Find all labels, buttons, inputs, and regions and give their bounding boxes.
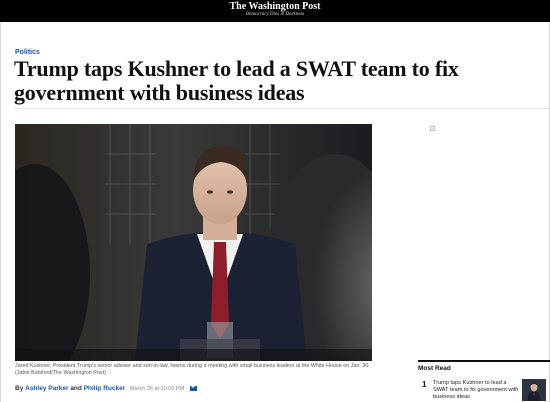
author-link-1[interactable]: Ashley Parker (25, 385, 68, 392)
publish-date: March 26 at 10:00 PM (130, 386, 185, 392)
author-link-2[interactable]: Philip Rucker (84, 385, 126, 392)
thumbnail-illustration (522, 379, 546, 401)
hero-photo[interactable] (15, 124, 372, 361)
article-headline: Trump taps Kushner to lead a SWAT team t… (14, 56, 459, 105)
byline: By Ashley Parker and Philip Rucker March… (15, 385, 197, 392)
most-read-title[interactable]: Trump taps Kushner to lead a SWAT team t… (433, 380, 521, 401)
section-link[interactable]: Politics (15, 49, 40, 56)
most-read-divider (418, 360, 550, 362)
hero-photo-illustration (15, 124, 372, 361)
most-read-heading: Most Read (418, 365, 451, 372)
ad-choice-icon[interactable] (430, 126, 435, 131)
most-read-item[interactable]: 1 Trump taps Kushner to lead a SWAT team… (418, 379, 550, 402)
byline-conjunction: and (70, 385, 82, 392)
masthead-tagline: Democracy Dies in Darkness (245, 12, 305, 17)
most-read-thumbnail[interactable] (522, 379, 546, 401)
photo-caption: Jared Kushner, President Trump's senior … (15, 363, 370, 376)
byline-prefix: By (15, 385, 24, 392)
most-read-rank: 1 (422, 380, 427, 389)
masthead-logo[interactable]: The Washington Post (0, 2, 550, 12)
header-divider (14, 108, 550, 109)
mail-icon[interactable] (189, 385, 197, 391)
